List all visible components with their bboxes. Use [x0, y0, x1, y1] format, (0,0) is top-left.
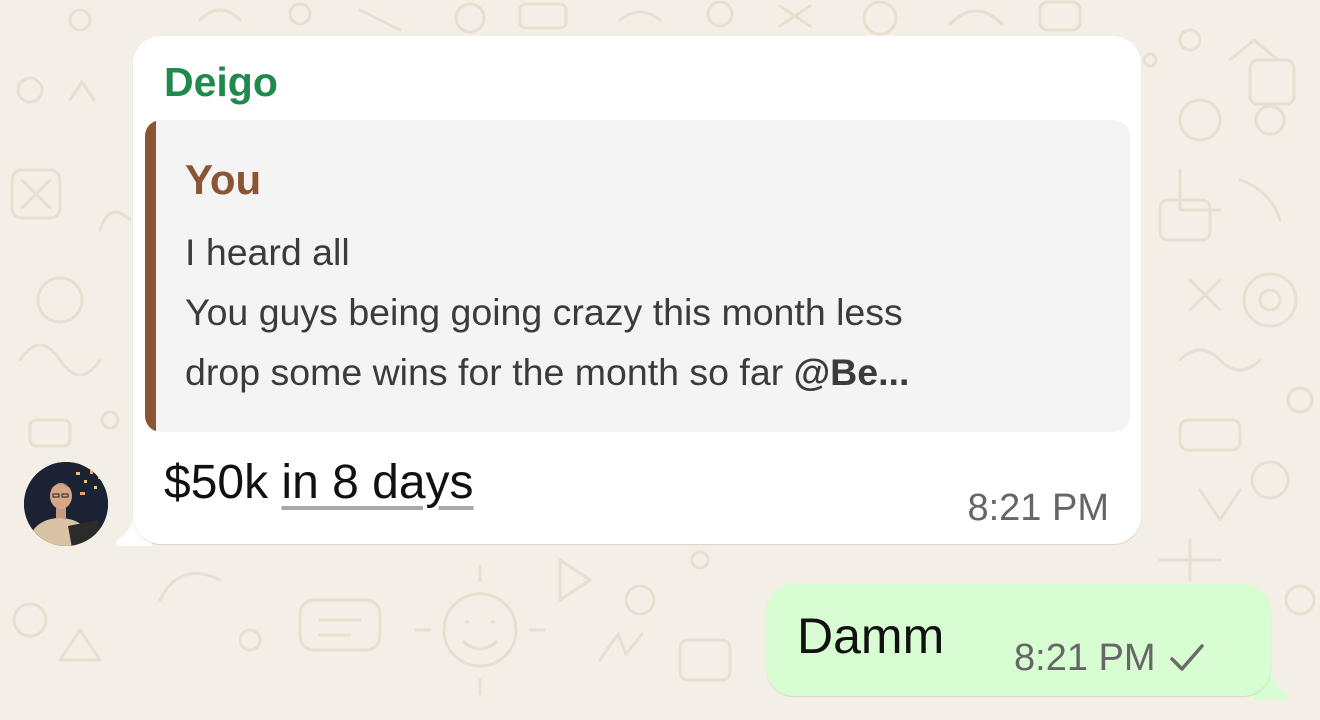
quote-accent-bar [145, 120, 156, 432]
quoted-author: You [185, 156, 262, 203]
outgoing-message-text: Damm [797, 608, 945, 664]
quoted-line-3: drop some wins for the month so far @Be.… [185, 342, 1115, 402]
sender-name[interactable]: Deigo [164, 56, 278, 108]
message-text-plain: $50k [164, 456, 282, 509]
quoted-mention: @Be... [793, 351, 910, 393]
quoted-line-2: You guys being going crazy this month le… [185, 291, 903, 333]
message-date-link[interactable]: in 8 days [281, 456, 473, 509]
single-check-icon [1169, 644, 1204, 671]
outgoing-timestamp: 8:21 PM [1014, 637, 1156, 679]
quoted-line-3-text: drop some wins for the month so far [185, 351, 794, 393]
message-timestamp: 8:21 PM [967, 487, 1109, 529]
quoted-line-1: I heard all [185, 231, 350, 273]
sender-avatar[interactable] [24, 462, 108, 546]
incoming-message-bubble[interactable]: Deigo You I heard all You guys being goi… [133, 36, 1141, 544]
outgoing-message-bubble[interactable]: Damm 8:21 PM [766, 584, 1271, 696]
quoted-text: I heard all You guys being going crazy t… [185, 222, 1115, 402]
message-text: $50k in 8 days [164, 454, 474, 512]
outgoing-message-meta: 8:21 PM [1014, 636, 1206, 680]
quoted-reply[interactable]: You I heard all You guys being going cra… [145, 120, 1130, 432]
